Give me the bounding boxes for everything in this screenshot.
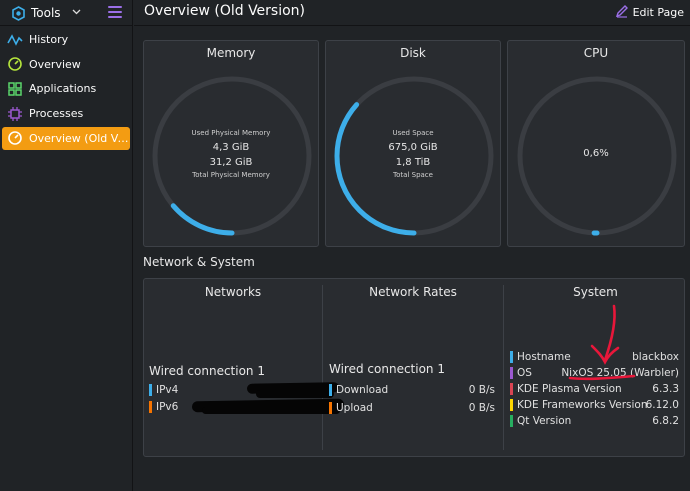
section-title: Network & System [143,255,255,269]
frameworks-version-label: KDE Frameworks Version [517,398,648,411]
sidebar-header: Tools [0,0,133,26]
sidebar: Tools History Overview Applications Proc… [0,0,133,491]
sidebar-item-label: Processes [29,107,84,121]
download-label: Download [336,383,389,396]
disk-total-value: 1,8 TiB [395,157,431,168]
frameworks-version-value: 6.12.0 [645,398,679,411]
column-divider [503,285,504,450]
qt-version-label: Qt Version [517,414,572,427]
disk-card: Disk Used Space 675,0 GiB 1,8 TiB Total … [325,40,501,247]
upload-value: 0 B/s [468,401,495,414]
cpu-card: CPU 0,6% [507,40,685,247]
memory-used-label: Used Physical Memory [191,129,271,137]
page-title: Overview (Old Version) [144,3,306,19]
tools-menu-button[interactable]: Tools [10,4,81,22]
memory-used-value: 4,3 GiB [212,142,250,153]
cpu-value: 0,6% [583,148,609,159]
system-title: System [573,285,618,299]
cpu-gauge [517,76,677,236]
frameworks-version-row: KDE Frameworks Version 6.12.0 [510,397,679,412]
plasma-color-bar [510,382,513,395]
rates-title: Network Rates [369,285,457,299]
disk-used-label: Used Space [392,129,434,137]
download-row: Download 0 B/s [329,382,495,397]
edit-page-label: Edit Page [632,6,684,19]
applications-grid-icon [7,81,23,97]
sidebar-item-overview-old[interactable]: Overview (Old Ver... [2,126,130,150]
ipv4-color-bar [149,383,152,396]
annotation-arrow [568,304,636,381]
rates-connection-name: Wired connection 1 [329,362,445,376]
upload-row: Upload 0 B/s [329,400,495,415]
download-color-bar [329,383,332,396]
networks-column: Networks Wired connection 1 IPv4 IPv6 [144,279,322,456]
sidebar-item-overview[interactable]: Overview [2,53,130,76]
frameworks-color-bar [510,398,513,411]
sidebar-item-label: Overview [29,57,81,71]
overview-gauge-icon [7,56,23,72]
memory-card: Memory Used Physical Memory 4,3 GiB 31,2… [143,40,319,247]
plasma-version-value: 6.3.3 [652,382,679,395]
sidebar-list: History Overview Applications Processes … [2,28,130,151]
memory-total-label: Total Physical Memory [192,171,270,179]
sidebar-item-label: Applications [29,82,97,96]
os-label: OS [517,366,532,379]
ipv4-label: IPv4 [156,383,179,396]
sidebar-item-history[interactable]: History [2,28,130,51]
disk-used-value: 675,0 GiB [388,142,438,153]
memory-total-value: 31,2 GiB [209,157,253,168]
qt-version-value: 6.8.2 [652,414,679,427]
page-header: Overview (Old Version) Edit Page [134,0,690,26]
processes-cpu-icon [7,106,23,122]
networks-connection-name: Wired connection 1 [149,364,265,378]
hostname-color-bar [510,350,513,363]
download-value: 0 B/s [468,383,495,396]
redacted-ipv6-address-2 [202,407,340,414]
disk-total-label: Total Space [393,171,433,179]
chevron-down-icon [72,8,81,18]
ipv6-color-bar [149,400,152,413]
edit-pencil-icon [615,4,629,21]
ipv4-row: IPv4 [149,382,178,397]
sidebar-item-label: Overview (Old Ver... [29,131,129,145]
rates-column: Network Rates Wired connection 1 Downloa… [324,279,502,456]
hamburger-menu-icon[interactable] [108,6,122,18]
upload-label: Upload [336,401,373,414]
networks-title: Networks [204,285,262,299]
qt-version-row: Qt Version 6.8.2 [510,413,679,428]
tools-label: Tools [31,6,61,20]
qt-color-bar [510,414,513,427]
history-chart-icon [7,32,23,48]
sidebar-item-processes[interactable]: Processes [2,102,130,125]
ipv6-label: IPv6 [156,400,179,413]
edit-page-button[interactable]: Edit Page [615,4,684,21]
redacted-ipv4-address-2 [256,390,334,398]
sidebar-item-applications[interactable]: Applications [2,77,130,100]
os-color-bar [510,366,513,379]
column-divider [322,285,323,450]
app-logo-icon [10,5,26,21]
ipv6-row: IPv6 [149,399,178,414]
sidebar-item-label: History [29,33,69,46]
overview-old-gauge-icon [7,130,23,146]
upload-color-bar [329,401,332,414]
